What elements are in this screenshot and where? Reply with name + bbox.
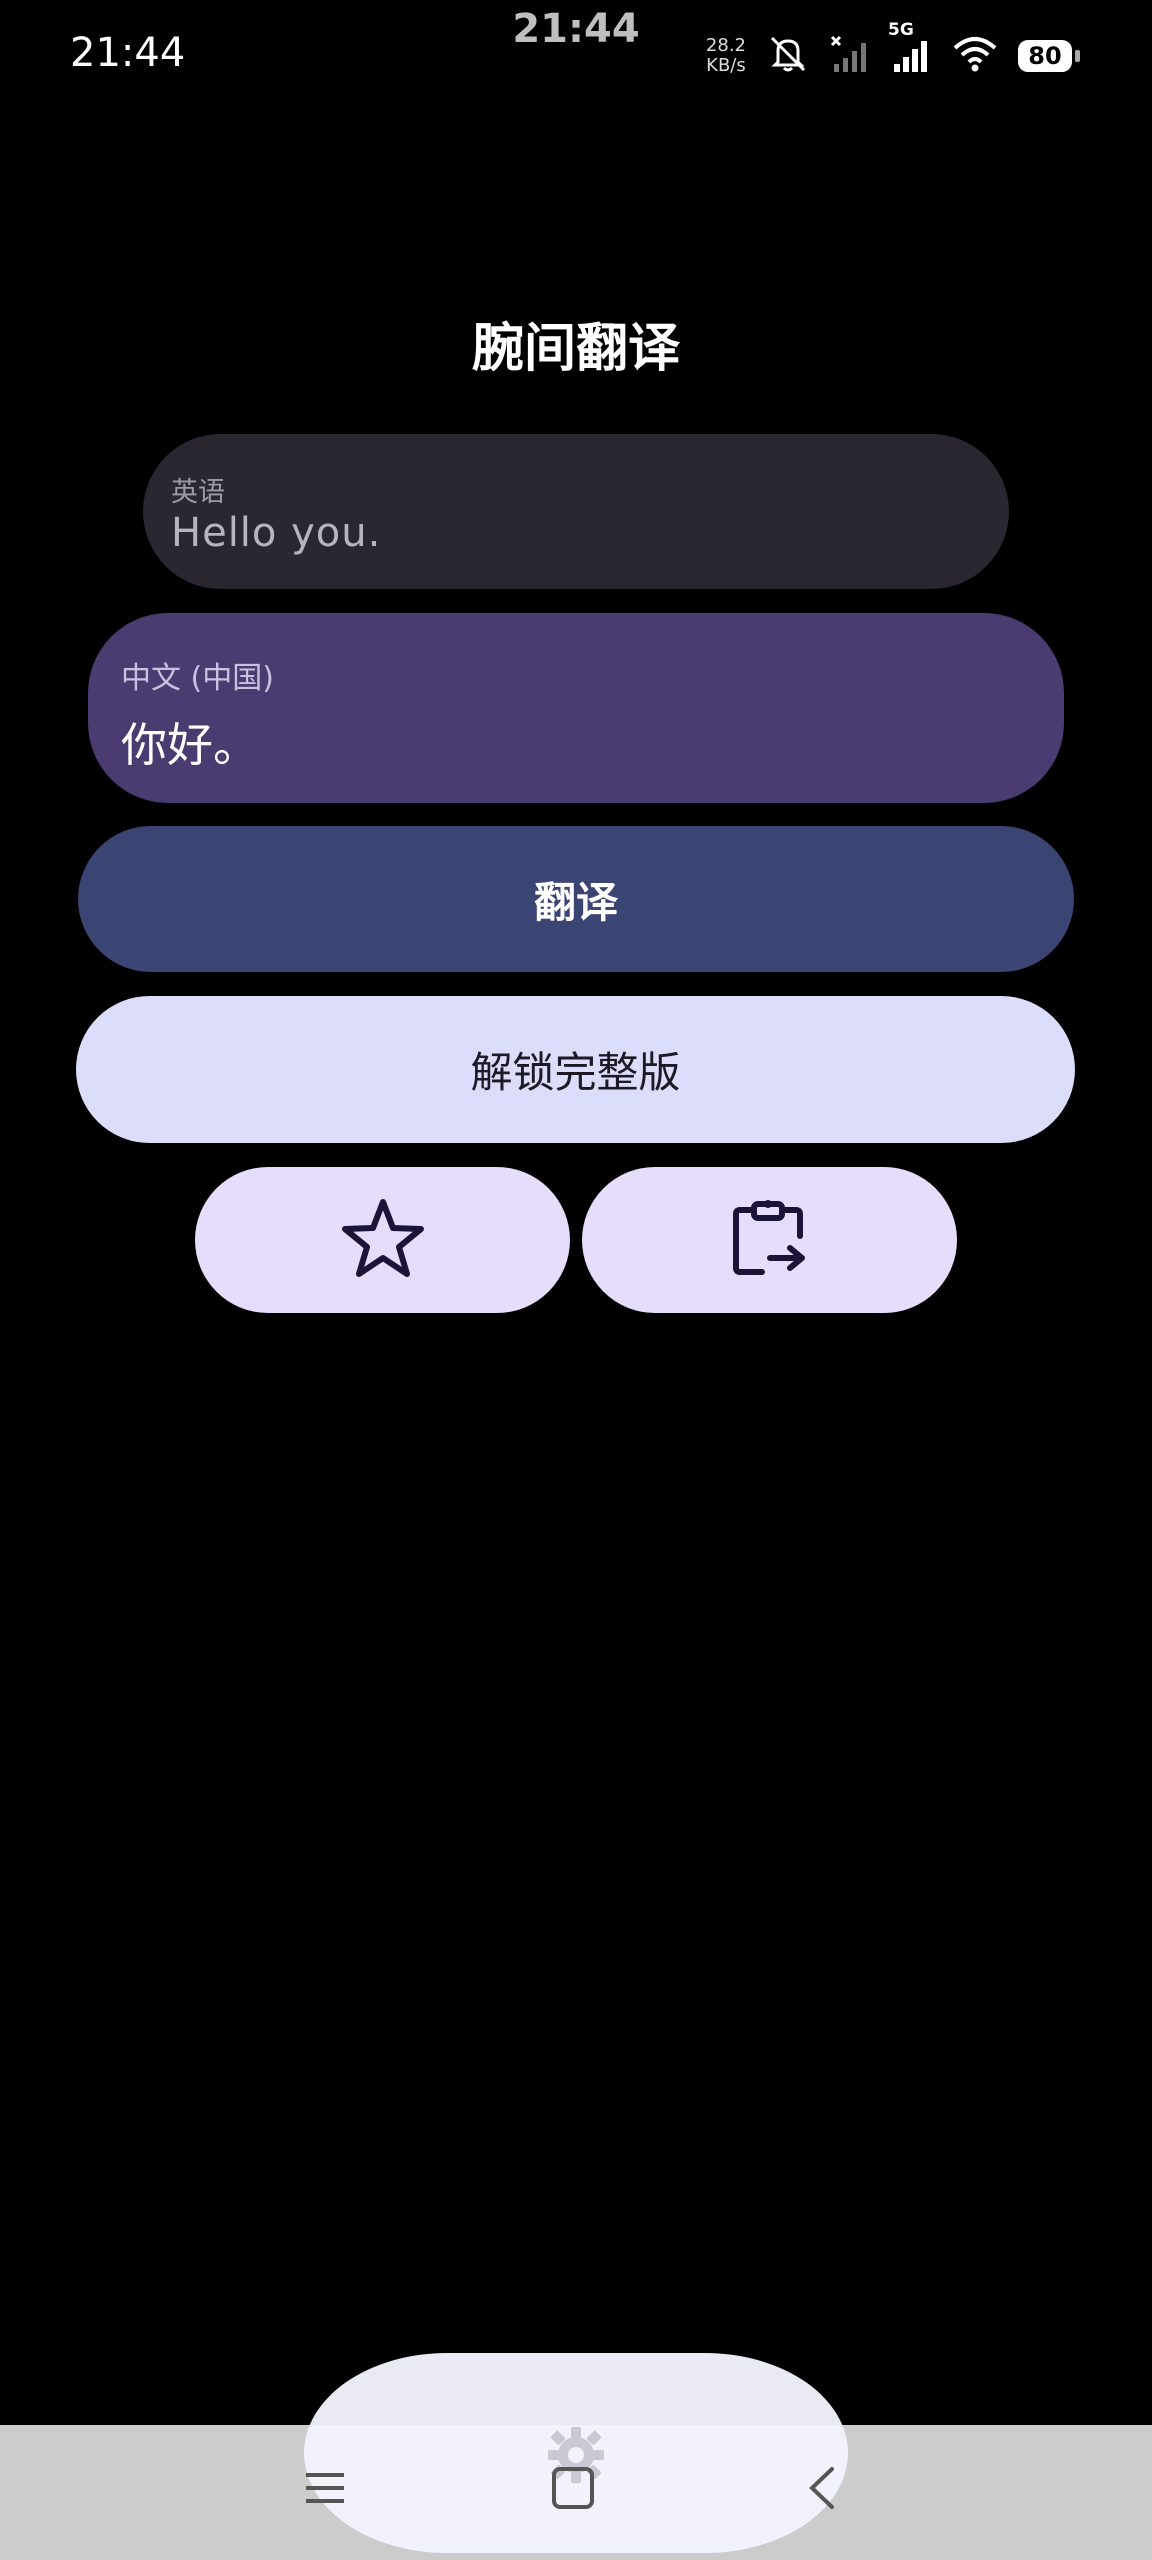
star-icon <box>341 1198 425 1282</box>
wifi-icon <box>952 34 998 78</box>
mute-icon <box>766 34 810 78</box>
source-text: Hello you. <box>171 510 382 556</box>
source-input-card[interactable]: 英语 Hello you. <box>143 434 1009 589</box>
net-speed-unit: KB/s <box>706 55 746 76</box>
network-type: 5G <box>888 20 914 40</box>
translate-button-label: 翻译 <box>533 877 618 927</box>
signal-icon: 5G <box>888 20 932 78</box>
signal-off-icon <box>830 34 870 78</box>
target-output-card[interactable]: 中文 (中国) 你好。 <box>88 613 1064 803</box>
copy-to-clipboard-button[interactable] <box>582 1167 957 1313</box>
translate-button[interactable]: 翻译 <box>78 826 1074 972</box>
battery-icon: 80 <box>1018 40 1080 72</box>
app-title: 腕间翻译 <box>471 319 680 379</box>
translated-text: 你好。 <box>121 718 259 772</box>
net-speed: 28.2 KB/s <box>706 36 746 76</box>
target-language-label: 中文 (中国) <box>121 661 274 696</box>
source-language-label: 英语 <box>171 477 225 508</box>
net-speed-value: 28.2 <box>705 35 746 56</box>
status-icons: 28.2 KB/s 5G 80 <box>706 20 1080 78</box>
back-icon[interactable] <box>800 2465 846 2515</box>
settings-button[interactable] <box>304 2353 848 2553</box>
unlock-full-version-button[interactable]: 解锁完整版 <box>76 996 1075 1143</box>
clipboard-export-icon <box>732 1198 808 1282</box>
battery-level: 80 <box>1028 42 1062 70</box>
home-icon[interactable] <box>550 2465 596 2515</box>
favorite-button[interactable] <box>195 1167 570 1313</box>
menu-icon[interactable] <box>302 2465 348 2515</box>
unlock-button-label: 解锁完整版 <box>470 1048 681 1097</box>
